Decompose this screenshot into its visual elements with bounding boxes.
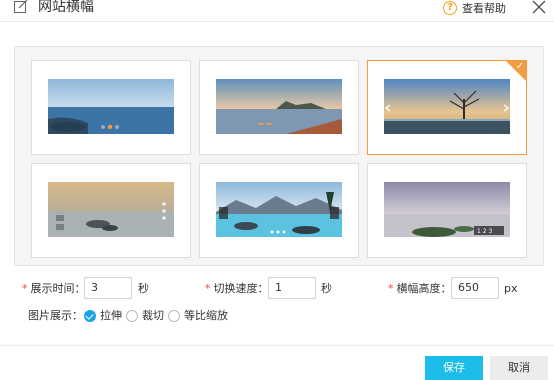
check-icon: ✓ [515,61,524,72]
required-mark: * [22,282,28,295]
height-unit: px [504,282,518,295]
required-mark: * [205,282,211,295]
speed-label-text: 切换速度： [213,282,269,295]
edit-icon [14,0,28,13]
banner-template-2[interactable] [199,60,359,155]
radio-crop[interactable] [126,310,138,322]
help-label: 查看帮助 [462,2,506,15]
template-thumbnail [384,79,510,134]
speed-label: * 切换速度： [205,282,269,296]
close-icon[interactable] [532,0,546,14]
height-input[interactable]: 650 [451,277,499,299]
header-divider [0,21,554,22]
template-thumbnail: 1 2 3 [384,182,510,237]
template-thumbnail [216,182,342,237]
radio-crop-label[interactable]: 裁切 [142,309,164,323]
display-mode-label: 图片展示： [28,309,83,322]
help-icon: ? [443,1,457,15]
cancel-button[interactable]: 取消 [490,356,548,380]
banner-template-4[interactable] [31,163,191,258]
speed-unit: 秒 [321,282,332,295]
banner-template-5[interactable] [199,163,359,258]
duration-unit: 秒 [138,282,149,295]
radio-stretch-label[interactable]: 拉伸 [100,309,122,323]
radio-proportional[interactable] [168,310,180,322]
height-label: * 横幅高度： [388,282,452,296]
banner-template-1[interactable] [31,60,191,155]
speed-input[interactable]: 1 [268,277,316,299]
help-link[interactable]: ? 查看帮助 [443,0,506,16]
required-mark: * [388,282,394,295]
footer-divider [0,345,554,346]
save-button[interactable]: 保存 [425,356,483,380]
template-thumbnail [48,79,174,134]
height-label-text: 横幅高度： [396,282,452,295]
dialog-title: 网站横幅 [38,0,94,15]
banner-template-6[interactable]: 1 2 3 [367,163,527,258]
template-thumbnail [48,182,174,237]
banner-template-3[interactable]: ✓ [367,60,527,155]
template-thumbnail [216,79,342,134]
duration-label: * 展示时间： [22,282,86,296]
duration-label-text: 展示时间： [30,282,86,295]
svg-text:1 2 3: 1 2 3 [477,228,492,235]
duration-input[interactable]: 3 [84,277,132,299]
dialog-header: 网站横幅 ? 查看帮助 [0,0,554,22]
radio-proportional-label[interactable]: 等比缩放 [184,309,228,323]
radio-stretch[interactable] [84,310,96,322]
banner-template-panel: ✓ 1 2 3 [14,46,544,266]
